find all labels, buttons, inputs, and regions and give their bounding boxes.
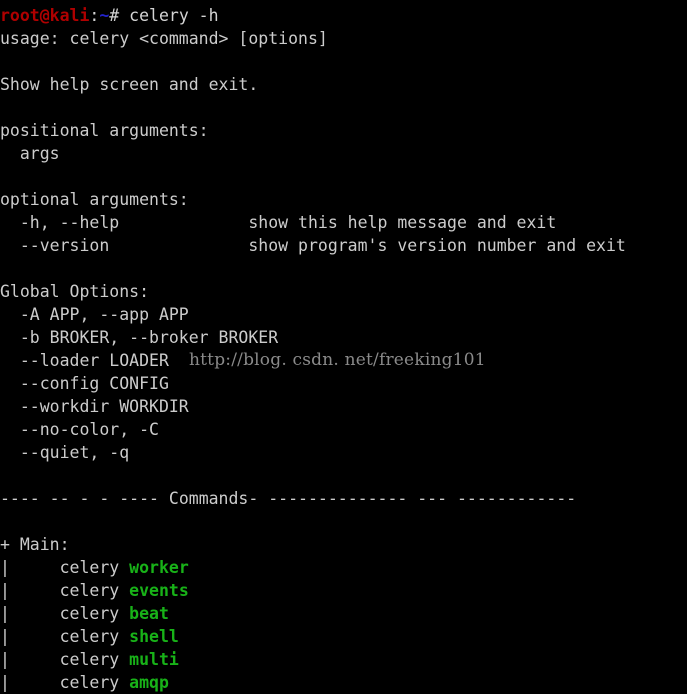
tree-pipe-icon: |: [0, 650, 10, 669]
section-space: [10, 535, 20, 554]
tree-pipe-icon: |: [0, 604, 10, 623]
command-prefix: celery: [59, 604, 120, 623]
output-line-usage: usage: celery <command> [options]: [0, 29, 328, 48]
output-line-app-option: -A APP, --app APP: [0, 305, 189, 324]
command-space: [119, 673, 129, 692]
command-space: [119, 581, 129, 600]
command-space: [119, 558, 129, 577]
command-prefix: celery: [59, 673, 120, 692]
command-indent: [10, 604, 60, 623]
separator-space-left: [159, 489, 169, 508]
separator-label: Commands: [168, 489, 249, 508]
output-line-quiet-option: --quiet, -q: [0, 443, 130, 462]
tree-pipe-icon: |: [0, 558, 10, 577]
output-line-blank-6: [0, 510, 687, 533]
output-line-blank-5: [0, 464, 687, 487]
command-name-shell[interactable]: shell: [129, 627, 179, 646]
prompt-user-host: root@kali: [0, 6, 90, 25]
output-line-broker-option: -b BROKER, --broker BROKER: [0, 328, 279, 347]
output-line-blank-4: [0, 257, 687, 280]
prompt-line: root@kali:~# celery -h: [0, 4, 687, 27]
commands-separator: ---- -- - - ---- Commands- -------------…: [0, 487, 687, 510]
command-row-shell[interactable]: | celery shell: [0, 625, 687, 648]
output-line-blank-2: [0, 96, 687, 119]
prompt-path: ~: [99, 6, 110, 25]
command-name-events[interactable]: events: [129, 581, 189, 600]
command-row-beat[interactable]: | celery beat: [0, 602, 687, 625]
command-indent: [10, 627, 60, 646]
command-prefix: celery: [59, 627, 120, 646]
prompt-colon: :: [89, 6, 100, 25]
output-line-loader-option: --loader LOADER: [0, 351, 169, 370]
output-line-global-options-heading: Global Options:: [0, 282, 150, 301]
section-marker: +: [0, 535, 10, 554]
command-space: [119, 604, 129, 623]
command-indent: [10, 650, 60, 669]
command-row-amqp[interactable]: | celery amqp: [0, 671, 687, 694]
command-indent: [10, 673, 60, 692]
command-space: [119, 650, 129, 669]
output-line-no-color-option: --no-color, -C: [0, 420, 159, 439]
output-line-version-option: --version show program's version number …: [0, 236, 626, 255]
command-indent: [10, 581, 60, 600]
output-line-optional-heading: optional arguments:: [0, 190, 189, 209]
command-row-events[interactable]: | celery events: [0, 579, 687, 602]
output-line-blank-1: [0, 50, 687, 73]
tree-pipe-icon: |: [0, 581, 10, 600]
command-prefix: celery: [59, 558, 120, 577]
command-name-amqp[interactable]: amqp: [129, 673, 169, 692]
command-indent: [10, 558, 60, 577]
prompt-command: # celery -h: [109, 6, 219, 25]
output-line-blank-3: [0, 165, 687, 188]
output-line-workdir-option: --workdir WORKDIR: [0, 397, 189, 416]
section-heading-main: + Main:: [0, 533, 687, 556]
command-row-worker[interactable]: | celery worker: [0, 556, 687, 579]
command-name-worker[interactable]: worker: [129, 558, 189, 577]
output-line-positional-heading: positional arguments:: [0, 121, 209, 140]
output-line-config-option: --config CONFIG: [0, 374, 169, 393]
separator-left-dashes: ---- -- - - ----: [0, 489, 159, 508]
output-line-show-help: Show help screen and exit.: [0, 75, 259, 94]
terminal-window[interactable]: root@kali:~# celery -h usage: celery <co…: [0, 0, 687, 694]
command-prefix: celery: [59, 581, 120, 600]
output-line-help-option: -h, --help show this help message and ex…: [0, 213, 557, 232]
output-line-args: args: [0, 144, 60, 163]
command-row-multi[interactable]: | celery multi: [0, 648, 687, 671]
command-name-beat[interactable]: beat: [129, 604, 169, 623]
tree-pipe-icon: |: [0, 673, 10, 692]
section-title: Main:: [19, 535, 70, 554]
tree-pipe-icon: |: [0, 627, 10, 646]
command-name-multi[interactable]: multi: [129, 650, 179, 669]
command-prefix: celery: [59, 650, 120, 669]
command-space: [119, 627, 129, 646]
separator-right-dashes: - -------------- --- ------------: [248, 489, 577, 508]
